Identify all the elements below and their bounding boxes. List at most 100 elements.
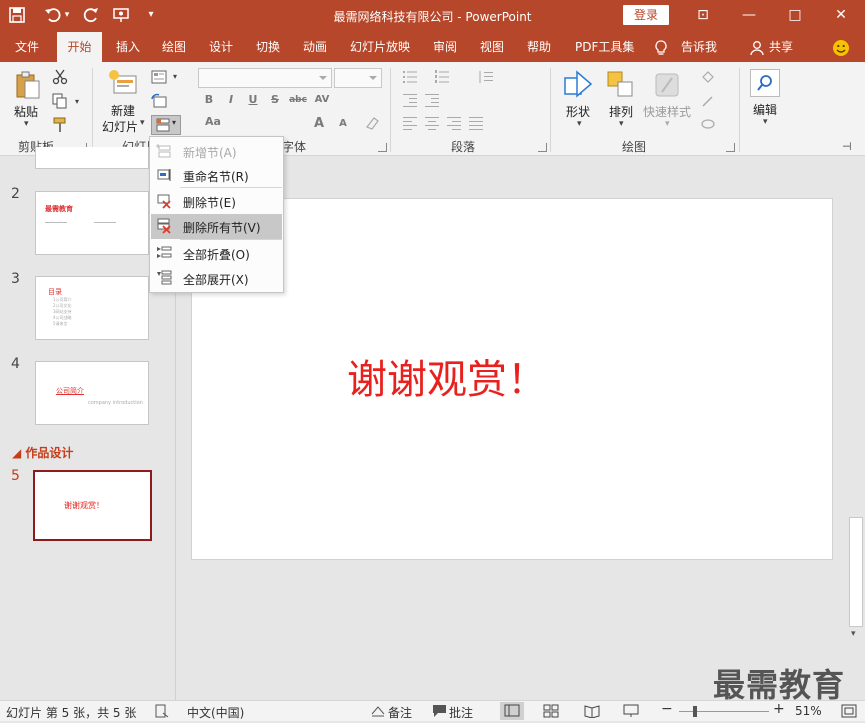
language-status[interactable]: 中文(中国) xyxy=(187,704,244,721)
arrange-label[interactable]: 排列 xyxy=(609,103,633,120)
quick-styles-label[interactable]: 快速样式 xyxy=(643,103,691,120)
slide-canvas[interactable]: 谢谢观赏！ xyxy=(191,198,833,560)
align-left-icon[interactable] xyxy=(402,115,418,131)
slide-thumbnail-1[interactable] xyxy=(35,147,149,169)
tab-pdf-tools[interactable]: PDF工具集 xyxy=(575,32,634,62)
shape-fill-icon[interactable] xyxy=(700,69,716,85)
collapse-section-icon[interactable]: ◢ xyxy=(12,446,21,460)
tab-design[interactable]: 设计 xyxy=(209,32,233,62)
bold-button[interactable]: B xyxy=(202,93,216,107)
zoom-level[interactable]: 51% xyxy=(795,704,822,718)
slide-count-status[interactable]: 幻灯片 第 5 张，共 5 张 xyxy=(6,704,136,721)
strikethrough-button[interactable]: S xyxy=(268,93,282,107)
shapes-dropdown-icon[interactable]: ▾ xyxy=(577,119,582,129)
shapes-label[interactable]: 形状 xyxy=(566,103,590,120)
minimize-button[interactable]: — xyxy=(737,5,761,25)
format-painter-icon[interactable] xyxy=(52,117,68,133)
slide-text[interactable]: 谢谢观赏！ xyxy=(347,347,547,405)
zoom-out-button[interactable]: − xyxy=(661,701,673,717)
tab-review[interactable]: 审阅 xyxy=(433,32,457,62)
tab-transitions[interactable]: 切换 xyxy=(256,32,280,62)
line-spacing-icon[interactable] xyxy=(478,69,494,85)
slide-thumbnail-3[interactable]: 目录 1公司简介 2公司文化 3网站支持 4公司战略 5请来言 xyxy=(35,276,149,340)
shadow-button[interactable]: abc xyxy=(288,93,308,107)
new-slide-label-2[interactable]: 幻灯片 xyxy=(102,118,138,135)
paragraph-launcher-icon[interactable] xyxy=(538,143,547,152)
tab-file[interactable]: 文件 xyxy=(15,32,39,62)
reset-slide-icon[interactable] xyxy=(151,93,167,109)
shape-outline-icon[interactable] xyxy=(700,93,716,109)
cut-icon[interactable] xyxy=(52,69,68,85)
section-button[interactable]: ▾ xyxy=(151,115,181,135)
editing-dropdown-icon[interactable]: ▾ xyxy=(763,117,768,127)
menu-item-delete-all-sections[interactable]: 删除所有节(V) xyxy=(151,214,282,239)
notes-icon[interactable] xyxy=(370,704,386,718)
reading-view-icon[interactable] xyxy=(584,704,600,719)
align-center-icon[interactable] xyxy=(424,115,440,131)
smiley-feedback-icon[interactable] xyxy=(832,32,850,62)
comments-icon[interactable] xyxy=(432,704,448,718)
menu-item-delete-section[interactable]: 删除节(E) xyxy=(151,189,282,214)
editing-label[interactable]: 编辑 xyxy=(753,101,777,118)
menu-item-collapse-all[interactable]: 全部折叠(O) xyxy=(151,241,282,266)
shape-effects-icon[interactable] xyxy=(700,115,716,131)
change-case-button[interactable]: Aa xyxy=(204,115,222,129)
quick-styles-dropdown-icon[interactable]: ▾ xyxy=(665,119,670,129)
share-button[interactable]: 共享 xyxy=(769,32,793,62)
search-icon[interactable] xyxy=(750,69,780,97)
grow-font-button[interactable]: A xyxy=(312,117,326,131)
align-right-icon[interactable] xyxy=(446,115,462,131)
underline-button[interactable]: U xyxy=(246,93,260,107)
paste-icon[interactable] xyxy=(14,70,42,100)
quick-styles-icon[interactable] xyxy=(652,70,682,100)
slideshow-view-icon[interactable] xyxy=(623,704,639,718)
decrease-indent-icon[interactable] xyxy=(402,92,418,108)
char-spacing-button[interactable]: AV xyxy=(313,93,331,107)
new-slide-dropdown-icon[interactable]: ▾ xyxy=(140,118,145,128)
numbering-icon[interactable] xyxy=(434,69,450,85)
italic-button[interactable]: I xyxy=(224,93,238,107)
tab-home[interactable]: 开始 xyxy=(57,32,102,62)
drawing-launcher-icon[interactable] xyxy=(726,143,735,152)
justify-icon[interactable] xyxy=(468,115,484,131)
tell-me-search[interactable]: 告诉我 xyxy=(681,32,717,62)
slide-thumbnail-5[interactable]: 谢谢观赏！ xyxy=(33,470,152,541)
shapes-icon[interactable] xyxy=(563,70,595,102)
fit-slide-icon[interactable] xyxy=(841,704,857,718)
arrange-icon[interactable] xyxy=(606,70,636,100)
tab-insert[interactable]: 插入 xyxy=(116,32,140,62)
scrollbar-thumb[interactable] xyxy=(849,517,863,627)
new-slide-icon[interactable] xyxy=(108,68,138,98)
zoom-slider-thumb[interactable] xyxy=(693,706,697,717)
normal-view-icon[interactable] xyxy=(500,702,524,720)
menu-item-rename-section[interactable]: 重命名节(R) xyxy=(151,163,282,188)
login-button[interactable]: 登录 xyxy=(623,5,669,25)
scroll-down-icon[interactable]: ▾ xyxy=(851,629,856,639)
tab-view[interactable]: 视图 xyxy=(480,32,504,62)
tab-slideshow[interactable]: 幻灯片放映 xyxy=(350,32,410,62)
ribbon-display-options-icon[interactable]: ⊡ xyxy=(691,5,715,25)
section-header[interactable]: ◢ 作品设计 xyxy=(12,444,73,461)
tab-draw[interactable]: 绘图 xyxy=(162,32,186,62)
font-size-combo[interactable] xyxy=(334,68,382,88)
layout-icon[interactable] xyxy=(151,69,167,85)
slide-thumbnail-2[interactable]: 最需教育 xyxy=(35,191,149,255)
accessibility-icon[interactable] xyxy=(154,704,170,718)
maximize-button[interactable]: □ xyxy=(783,5,807,25)
close-button[interactable]: ✕ xyxy=(829,5,853,25)
bullets-icon[interactable] xyxy=(402,69,418,85)
clear-formatting-icon[interactable] xyxy=(364,115,380,131)
new-slide-label-1[interactable]: 新建 xyxy=(111,102,135,119)
collapse-ribbon-icon[interactable]: ⊣ xyxy=(842,140,852,153)
share-user-icon[interactable] xyxy=(750,32,764,62)
copy-icon[interactable] xyxy=(52,93,68,109)
shrink-font-button[interactable]: A xyxy=(336,117,350,131)
menu-item-add-section[interactable]: 新增节(A) xyxy=(151,139,282,164)
layout-dropdown-icon[interactable]: ▾ xyxy=(168,70,182,84)
font-launcher-icon[interactable] xyxy=(378,143,387,152)
zoom-in-button[interactable]: + xyxy=(773,701,785,717)
paste-dropdown-icon[interactable]: ▾ xyxy=(24,119,29,129)
menu-item-expand-all[interactable]: 全部展开(X) xyxy=(151,266,282,291)
notes-button[interactable]: 备注 xyxy=(388,704,412,721)
tab-help[interactable]: 帮助 xyxy=(527,32,551,62)
